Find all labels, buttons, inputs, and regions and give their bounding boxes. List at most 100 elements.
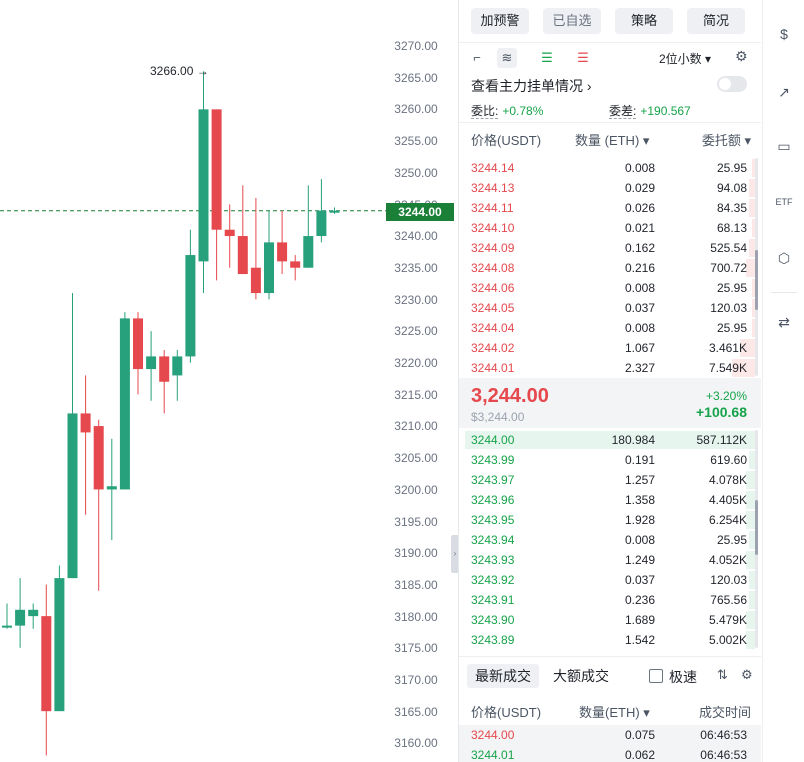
ask-scroll-thumb[interactable] [755, 250, 758, 310]
overview-button[interactable]: 简况 [687, 8, 745, 34]
ask-row[interactable]: 3244.05 0.037 120.03 [459, 298, 761, 318]
bid-row[interactable]: 3244.00 180.984 587.112K [459, 430, 761, 450]
bid-price: 3244.00 [471, 433, 515, 447]
y-tick-label: 3240.00 [394, 229, 438, 244]
ask-row[interactable]: 3244.13 0.029 94.08 [459, 178, 761, 198]
speed-checkbox[interactable] [649, 669, 663, 683]
bid-price: 3243.89 [471, 633, 515, 647]
ask-qty: 0.216 [624, 261, 655, 275]
expand-view-icon[interactable]: ⌐ [467, 48, 487, 68]
trend-chart-icon[interactable]: ↗ [774, 82, 794, 102]
bid-row[interactable]: 3243.94 0.008 25.95 [459, 530, 761, 550]
filter-icon[interactable]: ⇅ [717, 667, 728, 683]
bid-total: 587.112K [696, 433, 748, 447]
etf-icon[interactable]: ETF [774, 192, 794, 212]
bid-row[interactable]: 3243.90 1.689 5.479K [459, 610, 761, 630]
candle [67, 293, 78, 579]
ask-qty: 0.021 [624, 221, 655, 235]
change-amount: +100.68 [696, 404, 747, 420]
bid-row[interactable]: 3243.95 1.928 6.254K [459, 510, 761, 530]
monitor-icon[interactable]: ▭ [774, 136, 794, 156]
bid-qty: 1.689 [624, 613, 655, 627]
ask-row[interactable]: 3244.08 0.216 700.72 [459, 258, 761, 278]
divider [459, 122, 761, 123]
bids-only-view-icon[interactable]: ☰ [537, 48, 557, 68]
swap-icon[interactable]: ⇄ [774, 312, 794, 332]
y-tick-label: 3165.00 [394, 704, 438, 719]
qty-column-header[interactable]: 数量 (ETH) ▾ [575, 130, 649, 149]
bid-row[interactable]: 3243.99 0.191 619.60 [459, 450, 761, 470]
ask-price: 3244.14 [471, 161, 515, 175]
both-sides-view-icon[interactable]: ≋ [497, 48, 517, 68]
main-orders-link[interactable]: 查看主力挂单情况 › [471, 76, 592, 96]
ask-list: 3244.14 0.008 25.95 3244.13 0.029 94.08 3244.1… [459, 158, 761, 378]
ask-row[interactable]: 3244.06 0.008 25.95 [459, 278, 761, 298]
tab-latest-trades[interactable]: 最新成交 [467, 664, 539, 688]
main-orders-toggle[interactable] [717, 76, 747, 92]
ask-row[interactable]: 3244.04 0.008 25.95 [459, 318, 761, 338]
ask-row[interactable]: 3244.10 0.021 68.13 [459, 218, 761, 238]
y-tick-label: 3195.00 [394, 514, 438, 529]
ask-total: 3.461K [708, 341, 747, 355]
candle [41, 584, 52, 756]
depth-bar [746, 259, 755, 277]
precision-select[interactable]: 2位小数 ▾ [659, 50, 711, 67]
depth-bar [746, 611, 755, 629]
bid-total: 619.60 [710, 453, 747, 467]
trade-settings-icon[interactable]: ⚙ [741, 667, 753, 683]
trade-qty-header[interactable]: 数量(ETH) ▾ [579, 702, 650, 721]
bid-ask-diff: 委差: +190.567 [609, 102, 691, 119]
strategy-button[interactable]: 策略 [615, 8, 673, 34]
bid-row[interactable]: 3243.96 1.358 4.405K [459, 490, 761, 510]
y-tick-label: 3250.00 [394, 165, 438, 180]
bid-qty: 180.984 [611, 433, 655, 447]
candle [93, 419, 104, 591]
bid-scroll-thumb[interactable] [755, 500, 758, 555]
candle [119, 312, 130, 490]
bid-price: 3243.93 [471, 553, 515, 567]
dollar-doc-icon[interactable]: $ [774, 24, 794, 44]
bid-row[interactable]: 3243.89 1.542 5.002K [459, 630, 761, 650]
bid-price: 3243.96 [471, 493, 515, 507]
asks-only-view-icon[interactable]: ☰ [573, 48, 593, 68]
trade-time-header: 成交时间 [698, 705, 751, 720]
trade-list: 3244.00 0.075 06:46:53 3244.01 0.062 06:46:53 [459, 725, 761, 762]
ask-qty: 0.008 [624, 281, 655, 295]
bid-total: 5.479K [708, 613, 747, 627]
settings-icon[interactable]: ⚙ [735, 48, 748, 65]
bid-list: 3244.00 180.984 587.112K 3243.99 0.191 619.60… [459, 430, 761, 650]
bid-row[interactable]: 3243.93 1.249 4.052K [459, 550, 761, 570]
watchlist-button[interactable]: 已自选 [543, 8, 601, 34]
ask-row[interactable]: 3244.09 0.162 525.54 [459, 238, 761, 258]
ask-price: 3244.10 [471, 221, 515, 235]
ask-qty: 0.029 [624, 181, 655, 195]
bid-total: 4.078K [708, 473, 747, 487]
total-column-header[interactable]: 委托额 ▾ [702, 130, 751, 149]
ask-row[interactable]: 3244.01 2.327 7.549K [459, 358, 761, 378]
ask-total: 25.95 [716, 161, 747, 175]
y-tick-label: 3220.00 [394, 356, 438, 370]
hexagon-token-icon[interactable]: ⬡ [774, 248, 794, 268]
ask-row[interactable]: 3244.14 0.008 25.95 [459, 158, 761, 178]
bid-row[interactable]: 3243.91 0.236 765.56 [459, 590, 761, 610]
ask-price: 3244.09 [471, 241, 515, 255]
tab-large-trades[interactable]: 大额成交 [545, 664, 617, 688]
ratio-value: +0.78% [502, 104, 544, 118]
candle [316, 179, 327, 243]
trade-price: 3244.01 [471, 748, 515, 762]
price-alert-button[interactable]: 加预警 [471, 8, 529, 34]
y-tick-label: 3205.00 [394, 451, 438, 466]
bid-row[interactable]: 3243.92 0.037 120.03 [459, 570, 761, 590]
ask-total: 7.549K [708, 361, 747, 375]
y-tick-label: 3175.00 [394, 641, 438, 656]
ask-row[interactable]: 3244.11 0.026 84.35 [459, 198, 761, 218]
candle [264, 210, 274, 300]
bid-price: 3243.99 [471, 453, 515, 467]
bid-price: 3243.91 [471, 593, 515, 607]
candlestick-chart[interactable]: 3270.003265.003260.003255.003250.003245.… [0, 0, 459, 762]
ask-total: 25.95 [716, 321, 747, 335]
ask-row[interactable]: 3244.02 1.067 3.461K [459, 338, 761, 358]
diff-label: 委差: [609, 104, 637, 119]
right-tool-rail: $ ↗ ▭ ETF ⬡ ⇄ [762, 0, 804, 762]
bid-row[interactable]: 3243.97 1.257 4.078K [459, 470, 761, 490]
